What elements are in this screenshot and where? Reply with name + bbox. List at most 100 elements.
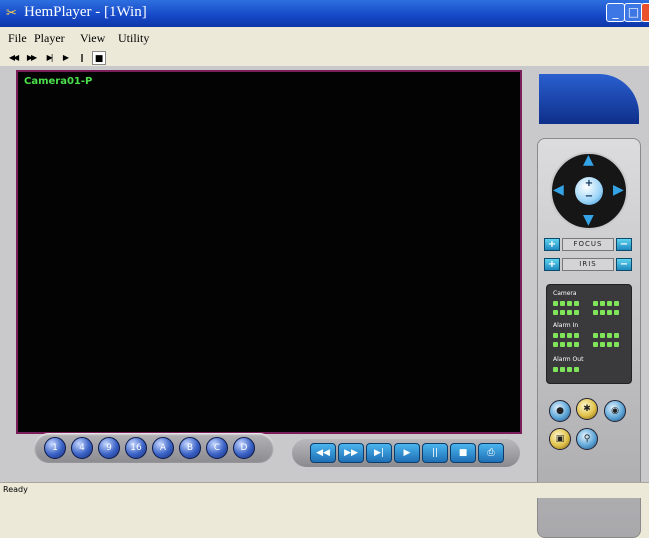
layout-9-button[interactable]: 9 <box>98 437 120 459</box>
minimize-button[interactable]: _ <box>606 3 625 22</box>
alarm-in-label: Alarm In <box>553 322 579 329</box>
pb-fast-forward-button[interactable]: ▶▶ <box>338 443 364 463</box>
led <box>607 342 612 347</box>
pb-snapshot-button[interactable]: ⎙ <box>478 443 504 463</box>
ptz-right-icon[interactable]: ▶ <box>613 182 624 198</box>
led <box>600 310 605 315</box>
iris-label: IRIS <box>562 258 614 271</box>
led <box>614 333 619 338</box>
focus-control: + FOCUS − <box>544 238 634 251</box>
led <box>567 301 572 306</box>
settings-icon[interactable]: ✱ <box>576 398 598 420</box>
layout-1-button[interactable]: 1 <box>44 437 66 459</box>
search-icon[interactable]: ⚲ <box>576 428 598 450</box>
focus-label: FOCUS <box>562 238 614 251</box>
layout-b-button[interactable]: B <box>179 437 201 459</box>
led <box>567 367 572 372</box>
led <box>574 367 579 372</box>
led <box>560 310 565 315</box>
led <box>593 342 598 347</box>
iris-plus-button[interactable]: + <box>544 258 560 271</box>
camera-icon[interactable]: ◉ <box>604 400 626 422</box>
led <box>574 310 579 315</box>
led <box>567 310 572 315</box>
led <box>553 310 558 315</box>
led <box>614 310 619 315</box>
menu-file[interactable]: File <box>8 31 27 46</box>
led <box>574 342 579 347</box>
alarm-in-leds-2 <box>593 333 619 338</box>
ptz-down-icon[interactable]: ▼ <box>583 212 594 228</box>
pb-rewind-button[interactable]: ◀◀ <box>310 443 336 463</box>
ptz-up-icon[interactable]: ▲ <box>583 152 594 168</box>
menu-player[interactable]: Player <box>34 31 65 46</box>
iris-control: + IRIS − <box>544 258 634 271</box>
alarm-out-leds <box>553 367 579 372</box>
close-button[interactable] <box>641 3 649 22</box>
alarm-in-leds-3 <box>553 342 579 347</box>
menu-view[interactable]: View <box>80 31 105 46</box>
focus-plus-button[interactable]: + <box>544 238 560 251</box>
playback-bar: ◀◀ ▶▶ ▶| ▶ || ■ ⎙ <box>292 439 520 467</box>
led <box>553 333 558 338</box>
pause-icon[interactable]: || <box>74 51 88 65</box>
ptz-joystick[interactable]: ▲ ▼ ◀ ▶ + − <box>550 152 628 230</box>
ptz-left-icon[interactable]: ◀ <box>553 182 564 198</box>
zoom-center-button[interactable]: + − <box>575 177 603 205</box>
led <box>560 333 565 338</box>
led <box>553 367 558 372</box>
iris-minus-button[interactable]: − <box>616 258 632 271</box>
led <box>593 333 598 338</box>
status-text: Ready <box>3 485 28 494</box>
record-icon[interactable]: ● <box>549 400 571 422</box>
led <box>593 310 598 315</box>
alarm-in-leds <box>553 333 579 338</box>
pb-play-button[interactable]: ▶ <box>394 443 420 463</box>
layout-16-button[interactable]: 16 <box>125 437 147 459</box>
camera-leds <box>553 301 579 306</box>
led <box>600 342 605 347</box>
audio-button[interactable]: C <box>206 437 228 459</box>
rewind-icon[interactable]: ◀◀ <box>6 51 20 65</box>
menu-bar: File Player View Utility <box>0 29 649 47</box>
pb-stop-button[interactable]: ■ <box>450 443 476 463</box>
dvr-icon[interactable]: ▣ <box>549 428 571 450</box>
alarm-out-label: Alarm Out <box>553 356 584 363</box>
led <box>600 301 605 306</box>
camera-leds-4 <box>593 310 619 315</box>
window-title: HemPlayer - [1Win] <box>24 4 147 20</box>
step-icon[interactable]: ▶| <box>42 51 56 65</box>
status-box: Camera Alarm In Alarm Out <box>546 284 632 384</box>
led <box>553 301 558 306</box>
alarm-in-leds-4 <box>593 342 619 347</box>
control-header <box>539 74 639 124</box>
camera-label: Camera01-P <box>24 76 93 87</box>
led <box>574 301 579 306</box>
led <box>607 310 612 315</box>
menu-utility[interactable]: Utility <box>118 31 149 46</box>
pb-pause-button[interactable]: || <box>422 443 448 463</box>
stop-icon[interactable]: ■ <box>92 51 106 65</box>
control-panel: ▲ ▼ ◀ ▶ + − + FOCUS − + IRIS − Camera Ala… <box>534 66 644 538</box>
focus-minus-button[interactable]: − <box>616 238 632 251</box>
pb-step-button[interactable]: ▶| <box>366 443 392 463</box>
layout-a-button[interactable]: A <box>152 437 174 459</box>
led <box>567 333 572 338</box>
led <box>600 333 605 338</box>
status-bar: Ready <box>0 482 649 498</box>
layout-button-bar: 1 4 9 16 A B C D <box>34 433 274 463</box>
headphone-button[interactable]: D <box>233 437 255 459</box>
fast-forward-icon[interactable]: ▶▶ <box>24 51 38 65</box>
led <box>567 342 572 347</box>
led <box>614 301 619 306</box>
play-icon[interactable]: ▶ <box>58 51 72 65</box>
led <box>607 333 612 338</box>
led <box>614 342 619 347</box>
led <box>553 342 558 347</box>
led <box>560 367 565 372</box>
layout-4-button[interactable]: 4 <box>71 437 93 459</box>
app-icon: ✂ <box>6 6 17 21</box>
video-view[interactable]: Camera01-P <box>16 70 522 434</box>
camera-leds-2 <box>593 301 619 306</box>
led <box>560 342 565 347</box>
